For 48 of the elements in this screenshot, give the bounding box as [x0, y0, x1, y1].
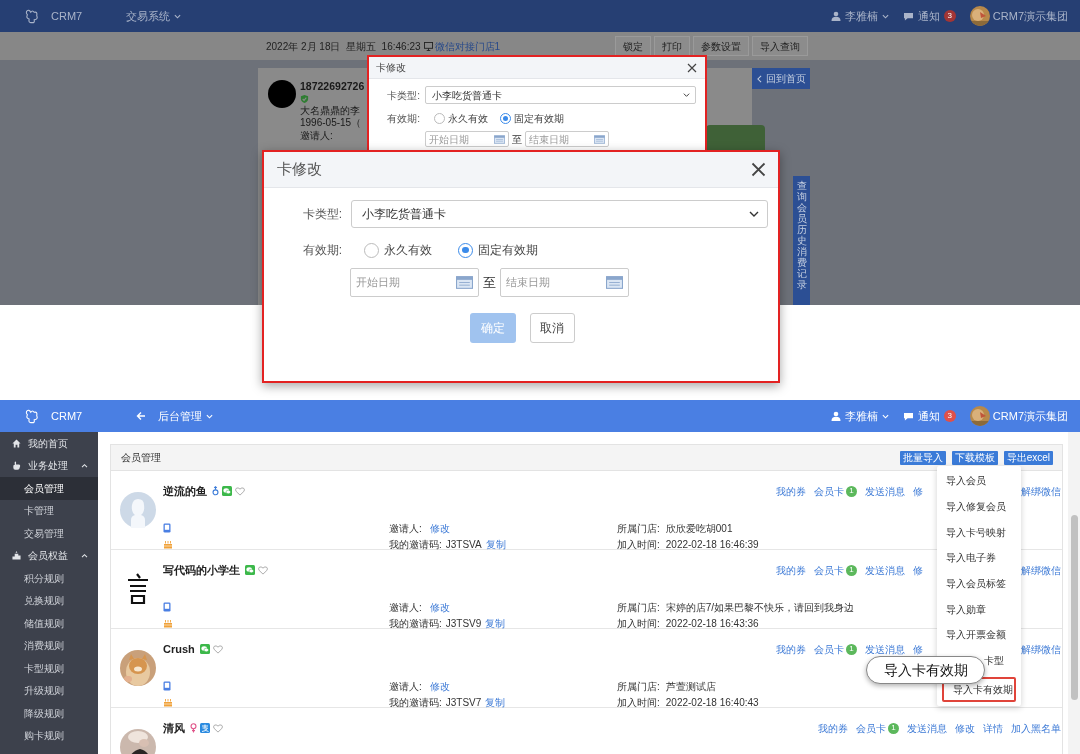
- member-name: 清风: [163, 720, 185, 736]
- field-label: 卡类型:: [386, 88, 420, 103]
- count-badge: 1: [846, 564, 857, 576]
- field-label: 加入时间:: [617, 695, 660, 710]
- invite-code: J3TSV9: [445, 616, 482, 631]
- join-time: 2022-02-18 16:43:36: [665, 616, 759, 631]
- range-separator: 至: [483, 273, 496, 292]
- field-label: 所属门店:: [617, 600, 660, 615]
- field-label: 邀请人:: [389, 600, 422, 615]
- field-label: 卡类型:: [301, 206, 342, 223]
- range-separator: 至: [512, 132, 522, 147]
- count-badge: 1: [846, 485, 857, 497]
- member-name: 写代码的小学生: [163, 562, 240, 578]
- field-label: 所属门店:: [617, 521, 660, 536]
- member-name: 逆流的鱼: [163, 483, 207, 499]
- member-name: Crush: [163, 641, 195, 657]
- count-badge: 1: [846, 643, 857, 655]
- member-detail: 大名鼎鼎的李: [300, 104, 361, 117]
- invite-code: J3TSVA: [445, 537, 482, 552]
- panel-title: 会员管理: [121, 451, 161, 465]
- field-label: 有效期:: [301, 242, 342, 259]
- field-label: 我的邀请码:: [389, 537, 442, 552]
- field-label: 邀请人:: [389, 521, 422, 536]
- callout-tooltip: 导入卡有效期: [866, 656, 985, 684]
- field-label: 所属门店:: [617, 679, 660, 694]
- store-name: 宋婷的店7/如果巴黎不快乐，请回到我身边: [665, 600, 855, 615]
- field-label: 有效期:: [386, 112, 420, 126]
- field-label: 我的邀请码:: [389, 616, 442, 631]
- phone-number: 18722692726: [300, 80, 365, 93]
- count-badge: 3: [943, 10, 956, 22]
- join-time: 2022-02-18 16:40:43: [665, 695, 759, 710]
- store-name: 欣欣爱吃胡001: [665, 521, 733, 536]
- store-name: 芦萱测试店: [665, 679, 716, 694]
- brand-name: CRM7: [51, 408, 83, 424]
- invite-code: J3TSV7: [445, 695, 482, 710]
- brand-name: CRM7: [51, 8, 83, 24]
- field-label: 邀请人:: [389, 679, 422, 694]
- field-label: 加入时间:: [617, 537, 660, 552]
- member-detail: 邀请人:: [300, 129, 334, 142]
- join-time: 2022-02-18 16:46:39: [665, 537, 759, 552]
- dialog-title: 卡修改: [376, 61, 406, 75]
- date-time: 2022年 2月 18日 星期五 16:46:23: [266, 39, 421, 54]
- dialog-title: 卡修改: [277, 159, 322, 180]
- member-detail: 1996-05-15（: [300, 117, 363, 130]
- field-label: 加入时间:: [617, 616, 660, 631]
- field-label: 我的邀请码:: [389, 695, 442, 710]
- count-badge: 3: [943, 410, 956, 422]
- count-badge: 1: [888, 722, 899, 734]
